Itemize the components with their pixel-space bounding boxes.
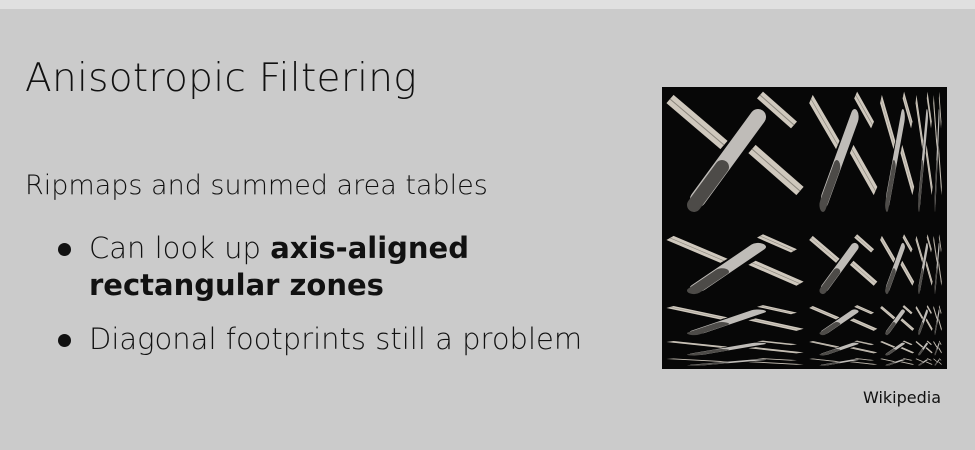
ripmap-tile — [880, 358, 915, 366]
ripmap-tile — [809, 234, 878, 295]
slide-subtitle: Ripmaps and summed area tables — [25, 170, 488, 201]
satellite-ripmap-image — [666, 91, 942, 366]
ripmap-tile — [915, 305, 933, 336]
ripmap-tile — [915, 234, 933, 295]
ripmap-tile — [809, 91, 878, 212]
ripmap-image — [662, 87, 947, 369]
ripmap-tile — [933, 91, 942, 212]
ripmap-tile — [880, 91, 915, 212]
bullet-text: Diagonal footprints still a problem — [89, 322, 583, 356]
bullet-dot-icon — [58, 243, 71, 256]
ripmap-tile — [809, 305, 878, 336]
top-bar — [0, 0, 975, 9]
bullet-dot-icon — [58, 334, 71, 347]
slide-title: Anisotropic Filtering — [25, 56, 418, 101]
ripmap-tile — [880, 234, 915, 295]
ripmap-tile — [880, 340, 915, 356]
ripmap-tile — [880, 305, 915, 336]
ripmap-tile — [933, 340, 942, 356]
ripmap-tile — [666, 91, 804, 212]
bullet-list: Can look up axis-aligned rectangular zon… — [58, 230, 582, 358]
ripmap-tile — [809, 358, 878, 366]
ripmap-tile — [933, 234, 942, 295]
ripmap-tile — [915, 358, 933, 366]
ripmap-tile — [666, 358, 804, 366]
ripmap-tile — [666, 305, 804, 336]
ripmap-tile — [666, 234, 804, 295]
ripmap-tile — [933, 358, 942, 366]
bullet-item: Can look up axis-aligned rectangular zon… — [58, 230, 509, 304]
ripmap-tile — [915, 340, 933, 356]
ripmap-tile — [933, 305, 942, 336]
ripmap-tile — [809, 340, 878, 356]
ripmap-tile — [666, 340, 804, 356]
bullet-item: Diagonal footprints still a problem — [58, 321, 582, 358]
image-credit: Wikipedia — [862, 388, 941, 407]
bullet-text: Can look up — [89, 231, 271, 265]
ripmap-tile — [915, 91, 933, 212]
